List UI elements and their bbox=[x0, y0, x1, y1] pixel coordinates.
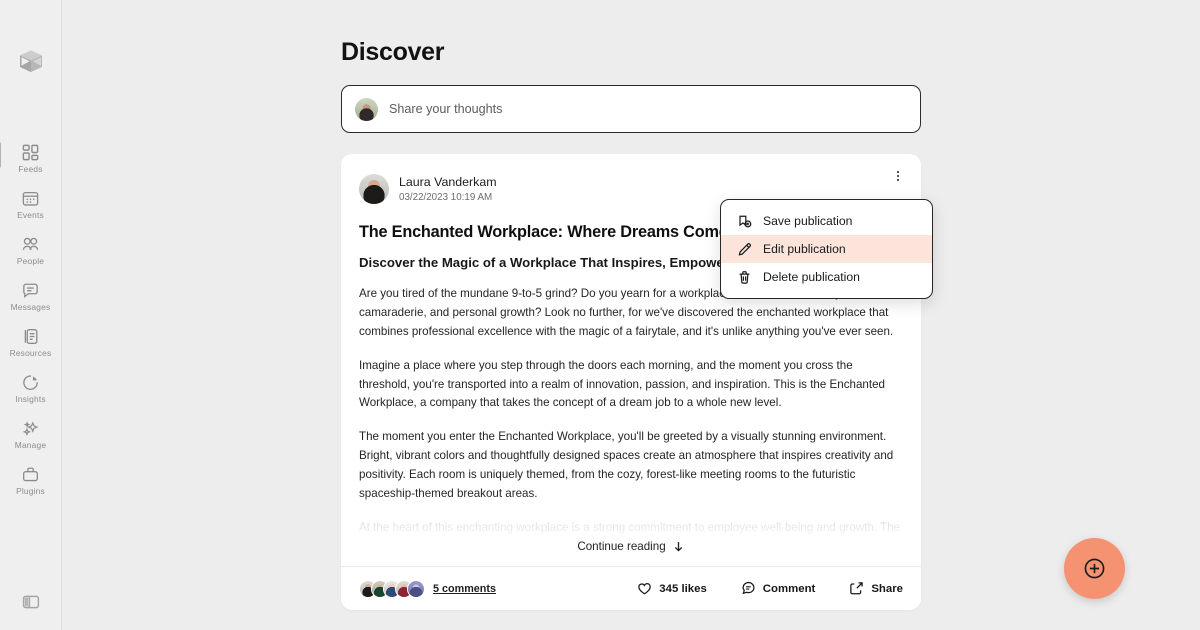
sidebar-item-label: People bbox=[16, 255, 45, 266]
sidebar-item-label: Resources bbox=[9, 347, 52, 358]
sidebar: Feeds Events People Messages Resources I… bbox=[0, 0, 62, 630]
cube-logo-icon bbox=[19, 50, 42, 72]
sidebar-item-label: Events bbox=[17, 209, 44, 220]
pie-chart-icon bbox=[23, 375, 38, 390]
menu-item-save-publication[interactable]: Save publication bbox=[721, 207, 932, 235]
content-column: Discover Share your thoughts Laura Vande… bbox=[341, 0, 921, 610]
menu-item-edit-publication[interactable]: Edit publication bbox=[721, 235, 932, 263]
share-button[interactable]: Share bbox=[849, 581, 903, 596]
menu-item-delete-publication[interactable]: Delete publication bbox=[721, 263, 932, 291]
publication-footer: 5 comments 345 likes Comment Share bbox=[341, 566, 921, 610]
continue-reading-button[interactable]: Continue reading bbox=[341, 540, 921, 553]
calendar-icon bbox=[22, 191, 39, 206]
comment-button[interactable]: Comment bbox=[741, 581, 816, 596]
app-root: Feeds Events People Messages Resources I… bbox=[0, 0, 1200, 630]
composer-placeholder: Share your thoughts bbox=[389, 102, 503, 116]
sparkles-icon bbox=[22, 421, 39, 436]
sidebar-item-people[interactable]: People bbox=[0, 227, 61, 273]
sidebar-item-label: Feeds bbox=[18, 163, 43, 174]
share-label: Share bbox=[871, 582, 903, 595]
more-options-button[interactable] bbox=[887, 165, 909, 187]
people-icon bbox=[22, 237, 39, 250]
footer-actions: 345 likes Comment Share bbox=[637, 581, 903, 596]
publication-timestamp: 03/22/2023 10:19 AM bbox=[399, 191, 493, 203]
publication-header: Laura Vanderkam 03/22/2023 10:19 AM bbox=[341, 154, 921, 204]
sidebar-toggle-button[interactable] bbox=[0, 592, 61, 612]
grid-squares-icon bbox=[22, 144, 39, 161]
comments-count-link[interactable]: 5 comments bbox=[433, 583, 496, 595]
panel-toggle-icon bbox=[22, 595, 39, 609]
menu-item-label: Save publication bbox=[763, 214, 853, 228]
avatar bbox=[359, 174, 389, 204]
app-logo[interactable] bbox=[13, 43, 49, 79]
publication-paragraph: Imagine a place where you step through t… bbox=[359, 358, 885, 410]
sidebar-item-resources[interactable]: Resources bbox=[0, 319, 61, 365]
like-button[interactable]: 345 likes bbox=[637, 581, 707, 596]
publication-paragraph: The moment you enter the Enchanted Workp… bbox=[359, 430, 894, 501]
avatar bbox=[355, 97, 378, 121]
menu-item-label: Edit publication bbox=[763, 242, 846, 256]
sidebar-item-label: Plugins bbox=[16, 485, 45, 496]
continue-reading-label: Continue reading bbox=[577, 540, 666, 553]
publication-context-menu: Save publication Edit publication Delete… bbox=[720, 199, 933, 299]
commenter-avatars[interactable] bbox=[359, 579, 425, 598]
bookmark-plus-icon bbox=[739, 215, 752, 227]
plus-circle-icon bbox=[1084, 558, 1105, 579]
sidebar-item-label: Messages bbox=[10, 301, 51, 312]
sidebar-item-manage[interactable]: Manage bbox=[0, 411, 61, 457]
publication-paragraph: At the heart of this enchanting workplac… bbox=[359, 520, 901, 534]
page-title: Discover bbox=[341, 38, 445, 66]
chat-bubble-icon bbox=[23, 283, 38, 298]
trash-icon bbox=[739, 270, 750, 284]
create-publication-fab[interactable] bbox=[1064, 538, 1125, 599]
heart-icon bbox=[638, 583, 652, 595]
composer-box[interactable]: Share your thoughts bbox=[341, 85, 921, 133]
arrow-down-icon bbox=[674, 542, 682, 552]
sidebar-item-events[interactable]: Events bbox=[0, 181, 61, 227]
sidebar-item-feeds[interactable]: Feeds bbox=[0, 135, 61, 181]
author-name: Laura Vanderkam bbox=[399, 175, 497, 189]
toolbox-icon bbox=[22, 467, 39, 482]
menu-item-label: Delete publication bbox=[763, 270, 860, 284]
sidebar-item-messages[interactable]: Messages bbox=[0, 273, 61, 319]
comment-icon bbox=[742, 581, 755, 595]
comment-label: Comment bbox=[762, 582, 816, 595]
avatar bbox=[407, 579, 425, 598]
sidebar-item-insights[interactable]: Insights bbox=[0, 365, 61, 411]
sidebar-item-label: Insights bbox=[15, 393, 46, 404]
documents-icon bbox=[24, 328, 38, 344]
share-icon bbox=[850, 582, 864, 595]
likes-count-label: 345 likes bbox=[659, 582, 707, 595]
sidebar-item-plugins[interactable]: Plugins bbox=[0, 457, 61, 503]
sidebar-item-label: Manage bbox=[14, 439, 47, 450]
pencil-icon bbox=[738, 242, 751, 256]
sidebar-nav: Feeds Events People Messages Resources I… bbox=[0, 135, 61, 503]
main-area: Discover Share your thoughts Laura Vande… bbox=[62, 0, 1200, 630]
more-vertical-icon bbox=[896, 170, 900, 183]
